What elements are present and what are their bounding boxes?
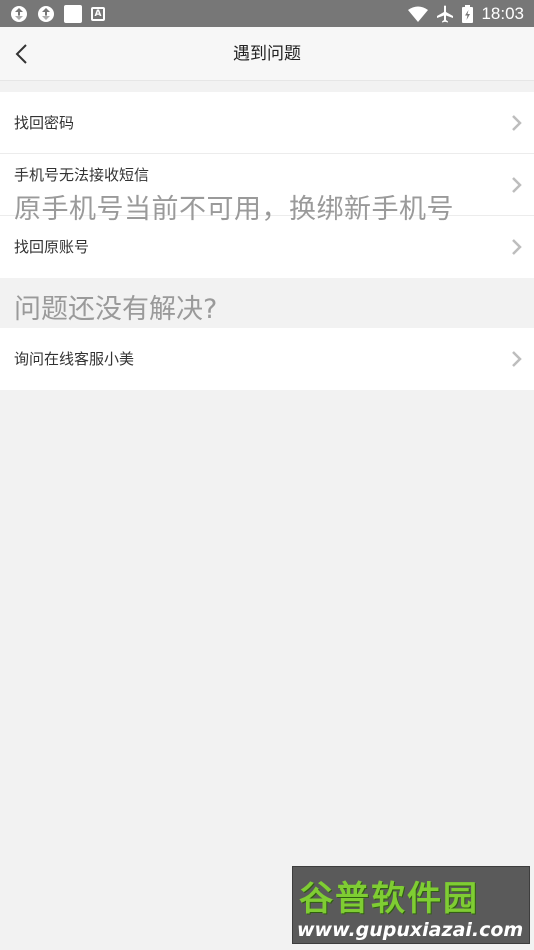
watermark-url: www.gupuxiazai.com <box>297 919 524 941</box>
watermark: 谷普软件园 www.gupuxiazai.com <box>292 866 530 944</box>
chevron-right-icon <box>512 115 522 131</box>
list-item-online-support[interactable]: 询问在线客服小美 <box>0 328 534 390</box>
support-list: 询问在线客服小美 <box>0 328 534 390</box>
list-item-label: 找回密码 <box>14 114 75 132</box>
chevron-left-icon <box>15 44 27 64</box>
app-header: 遇到问题 <box>0 27 534 81</box>
list-item-retrieve-password[interactable]: 找回密码 <box>0 92 534 154</box>
battery-icon <box>462 4 474 23</box>
sync-icon <box>38 5 54 22</box>
system-icons: 18:03 <box>408 3 524 24</box>
clock: 18:03 <box>481 4 524 23</box>
a-app-icon: A <box>91 6 105 21</box>
section-heading: 问题还没有解决? <box>14 294 218 325</box>
list-item-label: 询问在线客服小美 <box>14 350 135 368</box>
back-button[interactable] <box>6 36 42 72</box>
square-app-icon <box>64 4 82 23</box>
wifi-icon <box>408 6 429 22</box>
chevron-right-icon <box>512 177 522 193</box>
chevron-right-icon <box>512 239 522 255</box>
watermark-logo: 谷普软件园 <box>299 879 479 919</box>
status-bar: A 18:03 <box>0 0 534 27</box>
rebind-phone-hint: 原手机号当前不可用，换绑新手机号 <box>14 194 454 225</box>
chevron-right-icon <box>512 351 522 367</box>
notification-icons: A <box>10 4 105 23</box>
sync-icon <box>11 5 27 22</box>
list-item-label: 手机号无法接收短信 <box>14 166 150 184</box>
airplane-mode-icon <box>437 5 454 22</box>
page-title: 遇到问题 <box>233 44 301 64</box>
problem-list: 找回密码 手机号无法接收短信 找回原账号 <box>0 92 534 278</box>
